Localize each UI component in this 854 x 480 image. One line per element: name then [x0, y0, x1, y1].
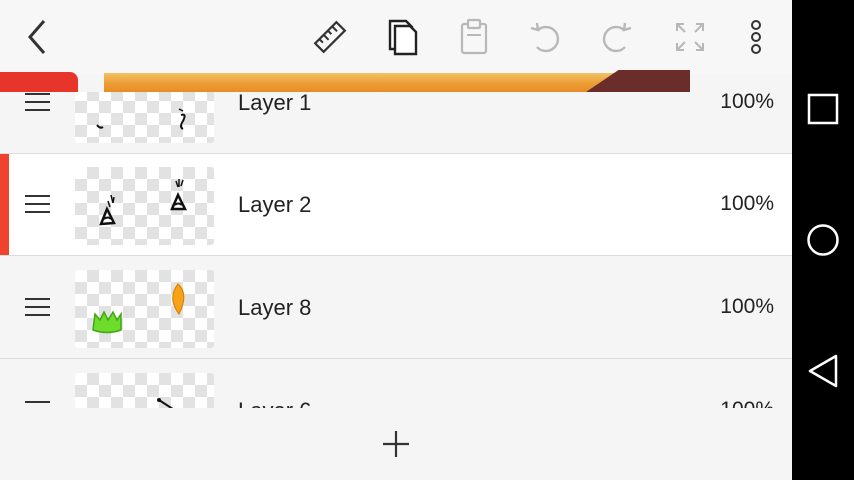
plus-icon	[383, 431, 409, 457]
canvas-tab	[0, 72, 78, 92]
home-circle-icon	[807, 224, 839, 256]
drag-handle-icon[interactable]	[22, 395, 52, 408]
fullscreen-button[interactable]	[665, 12, 715, 62]
more-options-button[interactable]	[731, 12, 781, 62]
layer-thumbnail	[75, 92, 214, 143]
system-navigation-bar	[792, 0, 854, 480]
redo-icon	[602, 22, 632, 53]
layer-row[interactable]: Layer 1 100%	[0, 92, 792, 154]
undo-button[interactable]	[520, 12, 570, 62]
undo-icon	[530, 22, 560, 53]
layer-thumbnail	[75, 373, 214, 408]
ruler-button[interactable]	[305, 12, 355, 62]
canvas-preview	[0, 70, 792, 92]
ruler-icon	[313, 20, 347, 54]
back-triangle-icon	[808, 354, 838, 388]
layer-name: Layer 8	[238, 295, 312, 320]
recents-square-icon	[807, 93, 839, 125]
layer-name: Layer 2	[238, 192, 312, 217]
layer-row[interactable]: Layer 8 100%	[0, 257, 792, 359]
system-back-button[interactable]	[792, 340, 854, 402]
bottom-bar	[0, 408, 792, 480]
paste-button[interactable]	[449, 12, 499, 62]
add-layer-button[interactable]	[370, 418, 422, 470]
layer-opacity[interactable]: 100%	[720, 92, 774, 114]
layer-opacity[interactable]: 100%	[720, 295, 774, 319]
paste-icon	[460, 18, 488, 55]
back-button[interactable]	[12, 12, 62, 62]
home-button[interactable]	[792, 209, 854, 271]
back-arrow-icon	[28, 20, 46, 54]
copy-icon	[388, 19, 418, 56]
more-vertical-icon	[751, 20, 761, 54]
fullscreen-icon	[676, 23, 704, 51]
layers-screen: Layer 1 100% Layer 2 100% Layer 8 100%	[0, 0, 792, 480]
layer-row-selected[interactable]: Layer 2 100%	[0, 154, 792, 256]
layer-opacity[interactable]: 100%	[720, 398, 774, 408]
redo-button[interactable]	[592, 12, 642, 62]
recents-button[interactable]	[792, 78, 854, 140]
layer-opacity[interactable]: 100%	[720, 192, 774, 216]
layer-name: Layer 6	[238, 398, 311, 408]
top-toolbar	[0, 0, 792, 74]
layer-thumbnail	[75, 167, 214, 245]
layer-list: Layer 1 100% Layer 2 100% Layer 8 100%	[0, 92, 792, 408]
selection-indicator	[0, 154, 9, 255]
layer-thumbnail	[75, 270, 214, 348]
drag-handle-icon[interactable]	[22, 292, 52, 322]
drag-handle-icon[interactable]	[22, 189, 52, 219]
copy-button[interactable]	[377, 12, 427, 62]
layer-row[interactable]: Layer 6 100%	[0, 360, 792, 408]
layer-name: Layer 1	[238, 92, 312, 115]
drag-handle-icon[interactable]	[22, 92, 52, 117]
